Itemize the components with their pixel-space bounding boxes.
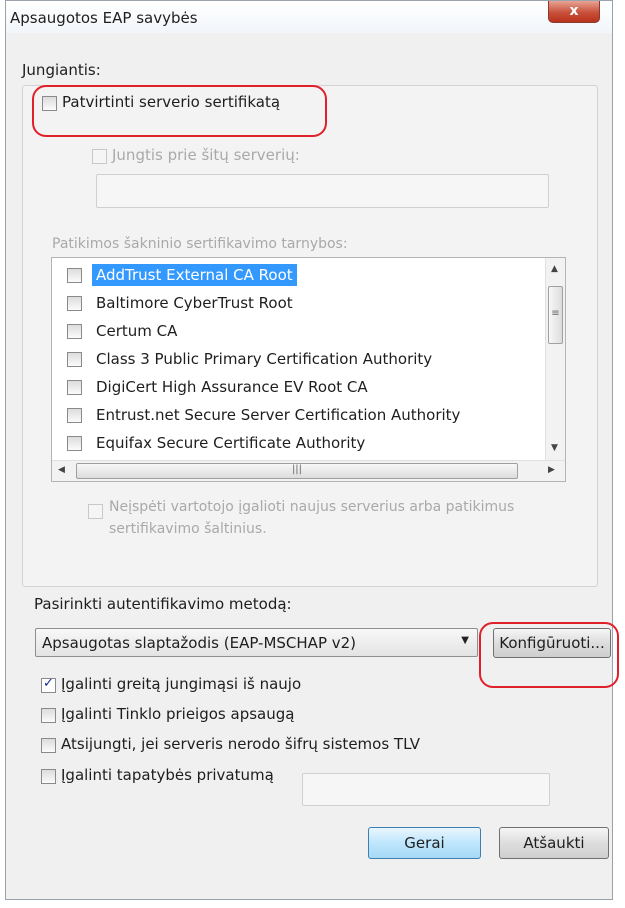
configure-highlight (479, 622, 619, 688)
nap-label[interactable]: Įgalinti Tinklo prieigos apsaugą (61, 705, 294, 723)
ca-checkbox[interactable] (67, 296, 82, 311)
no-prompt-label-line2: sertifikavimo šaltinius. (109, 521, 267, 537)
ca-list-item[interactable]: Equifax Secure Certificate Authority (52, 429, 547, 459)
nap-checkbox[interactable] (41, 708, 56, 723)
disconnect-tlv-checkbox[interactable] (41, 738, 56, 753)
cancel-button[interactable]: Atšaukti (499, 827, 609, 859)
dialog-content: Jungiantis: Patvirtinti serverio sertifi… (6, 33, 612, 899)
ca-list-item[interactable]: Entrust.net Secure Server Certification … (52, 401, 547, 431)
ca-list-label: AddTrust External CA Root (92, 264, 297, 286)
ca-list-item[interactable]: AddTrust External CA Root (52, 261, 547, 291)
fast-reconnect-label[interactable]: Įgalinti greitą jungimąsi iš naujo (61, 675, 301, 693)
ca-list-label: Baltimore CyberTrust Root (96, 294, 293, 312)
identity-privacy-checkbox[interactable] (41, 769, 56, 784)
auth-method-label: Pasirinkti autentifikavimo metodą: (34, 595, 292, 613)
ca-list-item[interactable]: Baltimore CyberTrust Root (52, 289, 547, 319)
trusted-ca-listbox[interactable]: AddTrust External CA Root Baltimore Cybe… (51, 257, 566, 482)
horizontal-scrollbar[interactable]: ◀ ||| ▶ (52, 460, 565, 481)
ca-list-item[interactable]: Class 3 Public Primary Certification Aut… (52, 345, 547, 375)
scroll-right-icon[interactable]: ▶ (548, 465, 555, 475)
auth-method-select[interactable]: Apsaugotas slaptažodis (EAP-MSCHAP v2) ▼ (35, 628, 478, 657)
dropdown-arrow-icon: ▼ (461, 635, 469, 646)
ca-list-item[interactable]: DigiCert High Assurance EV Root CA (52, 373, 547, 403)
scroll-up-icon[interactable]: ▲ (551, 264, 558, 274)
verify-cert-highlight (32, 85, 327, 137)
ca-list-label: DigiCert High Assurance EV Root CA (96, 378, 368, 396)
scroll-left-icon[interactable]: ◀ (58, 465, 65, 475)
ca-list-label: Class 3 Public Primary Certification Aut… (96, 350, 433, 368)
connect-servers-checkbox[interactable] (92, 149, 107, 164)
auth-method-value: Apsaugotas slaptažodis (EAP-MSCHAP v2) (42, 634, 357, 652)
no-prompt-label-line1: Neįspėti vartotojo įgalioti naujus serve… (109, 499, 515, 515)
fast-reconnect-checkbox[interactable]: ✓ (41, 676, 56, 693)
disconnect-tlv-label[interactable]: Atsijungti, jei serveris nerodo šifrų si… (61, 735, 420, 753)
ca-list-label: Entrust.net Secure Server Certification … (96, 406, 461, 424)
identity-privacy-label[interactable]: Įgalinti tapatybės privatumą (61, 766, 274, 784)
ca-checkbox[interactable] (67, 352, 82, 367)
servers-input[interactable] (96, 174, 549, 208)
identity-input[interactable] (302, 773, 550, 806)
ca-list-label: Certum CA (96, 322, 178, 340)
vertical-scrollbar[interactable]: ▲ ≡ ▼ (545, 258, 565, 461)
ca-checkbox[interactable] (67, 408, 82, 423)
horizontal-scroll-thumb[interactable]: ||| (76, 463, 518, 479)
checkmark-icon: ✓ (43, 676, 54, 691)
ca-checkbox[interactable] (67, 380, 82, 395)
vertical-scroll-thumb[interactable]: ≡ (548, 286, 563, 344)
ok-button[interactable]: Gerai (368, 827, 481, 859)
connect-group-label: Jungiantis: (22, 61, 101, 79)
ca-checkbox[interactable] (67, 436, 82, 451)
window-title: Apsaugotos EAP savybės (10, 9, 198, 27)
close-button[interactable]: x (548, 1, 600, 23)
connect-servers-label: Jungtis prie šitų serverių: (112, 146, 300, 164)
no-prompt-checkbox[interactable] (88, 504, 103, 519)
trusted-ca-label: Patikimos šakninio sertifikavimo tarnybo… (52, 236, 348, 252)
scroll-down-icon[interactable]: ▼ (551, 443, 558, 453)
ca-list-label: Equifax Secure Certificate Authority (96, 434, 366, 452)
ca-checkbox[interactable] (67, 268, 82, 283)
ca-list-item[interactable]: Certum CA (52, 317, 547, 347)
title-bar[interactable]: Apsaugotos EAP savybės x (6, 1, 612, 33)
ca-checkbox[interactable] (67, 324, 82, 339)
